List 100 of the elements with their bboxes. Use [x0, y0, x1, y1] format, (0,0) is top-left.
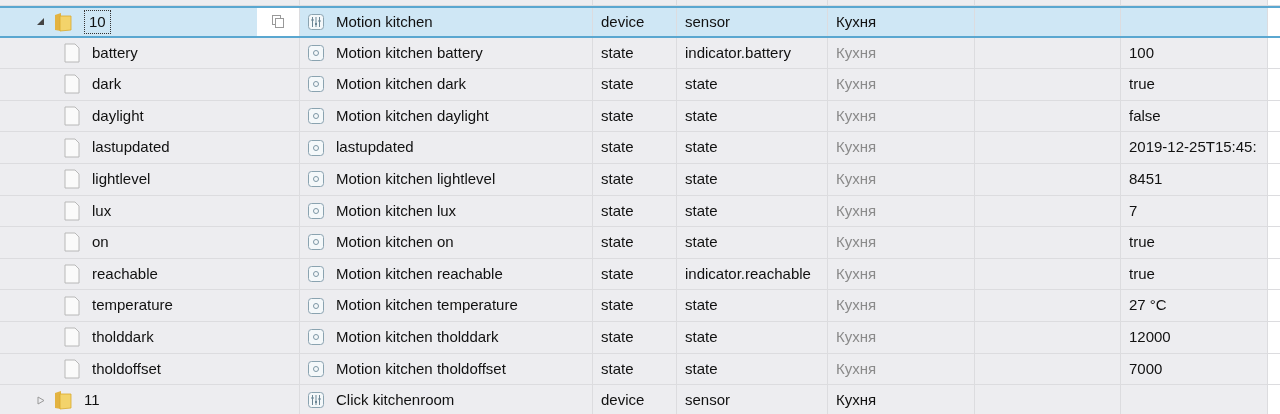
object-type: state	[601, 74, 634, 95]
scrollbar-track	[1268, 0, 1280, 5]
object-id: daylight	[92, 105, 144, 126]
copy-button[interactable]	[257, 8, 299, 36]
object-value: true	[1129, 232, 1155, 253]
object-name: Click kitchenroom	[336, 390, 455, 411]
object-type: state	[601, 232, 634, 253]
object-room: Кухня	[836, 263, 877, 284]
object-room: Кухня	[836, 358, 877, 379]
object-type: state	[601, 137, 634, 158]
object-id: temperature	[92, 295, 173, 316]
object-value: true	[1129, 263, 1155, 284]
object-room: Кухня	[836, 11, 877, 32]
object-role: state	[685, 105, 718, 126]
object-type: state	[601, 105, 634, 126]
state-icon	[308, 329, 324, 346]
object-id: 10	[84, 9, 111, 35]
object-value: 7	[1129, 200, 1138, 221]
tree-row[interactable]: on Motion kitchen on state state Кухня true	[0, 227, 1280, 259]
object-room: Кухня	[836, 74, 877, 95]
object-role: state	[685, 169, 718, 189]
object-name: Motion kitchen on	[336, 232, 454, 253]
file-icon	[64, 264, 80, 285]
tree-row[interactable]: temperature Motion kitchen temperature state state Кухня 27 °C	[0, 290, 1280, 322]
folder-icon	[54, 390, 72, 411]
object-value: 7000	[1129, 358, 1163, 379]
expand-caret-icon[interactable]	[34, 395, 46, 405]
tree-row[interactable]: tholddark Motion kitchen tholddark state state Кухня 12000	[0, 321, 1280, 354]
object-room: Кухня	[836, 232, 877, 253]
object-room: Кухня	[836, 327, 877, 347]
object-room: Кухня	[836, 390, 877, 411]
tree-row[interactable]: lux Motion kitchen lux state state Кухня 7	[0, 195, 1280, 228]
state-icon	[308, 202, 324, 219]
object-value: 8451	[1129, 169, 1163, 189]
file-icon	[64, 106, 80, 127]
object-room: Кухня	[836, 295, 877, 316]
file-icon	[64, 232, 80, 253]
copy-icon	[272, 15, 284, 29]
object-name: Motion kitchen dark	[336, 74, 467, 95]
object-type: state	[601, 42, 634, 63]
sliders-icon	[308, 13, 324, 30]
object-name: Motion kitchen tholddark	[336, 327, 499, 347]
tree-row[interactable]: tholdoffset Motion kitchen tholdoffset state state Кухня 7000	[0, 353, 1280, 386]
object-id: reachable	[92, 263, 158, 284]
object-id: lightlevel	[92, 169, 151, 189]
object-name: Motion kitchen lightlevel	[336, 169, 496, 189]
object-room: Кухня	[836, 137, 877, 158]
object-role: state	[685, 137, 718, 158]
state-icon	[308, 44, 324, 61]
object-role: state	[685, 232, 718, 253]
object-name: Motion kitchen reachable	[336, 263, 503, 284]
object-type: state	[601, 327, 634, 347]
file-icon	[64, 169, 80, 190]
object-type: state	[601, 263, 634, 284]
object-role: indicator.battery	[685, 42, 791, 63]
state-icon	[308, 234, 324, 251]
object-value: 2019-12-25T15:45:	[1129, 137, 1257, 158]
object-value: 27 °C	[1129, 295, 1167, 316]
object-value: true	[1129, 74, 1155, 95]
object-role: state	[685, 200, 718, 221]
file-icon	[64, 137, 80, 158]
state-icon	[308, 76, 324, 93]
state-icon	[308, 108, 324, 125]
object-type: state	[601, 169, 634, 189]
tree-row[interactable]: daylight Motion kitchen daylight state state Кухня false	[0, 100, 1280, 133]
object-room: Кухня	[836, 169, 877, 189]
object-role: indicator.reachable	[685, 263, 811, 284]
file-icon	[64, 358, 80, 379]
object-id: lastupdated	[92, 137, 170, 158]
object-room: Кухня	[836, 105, 877, 126]
file-icon	[64, 42, 80, 63]
file-icon	[64, 74, 80, 95]
object-name: Motion kitchen daylight	[336, 105, 489, 126]
object-id: lux	[92, 200, 112, 221]
object-type: state	[601, 295, 634, 316]
sliders-icon	[308, 392, 324, 409]
object-role: state	[685, 327, 718, 347]
state-icon	[308, 360, 324, 377]
tree-row[interactable]: lightlevel Motion kitchen lightlevel state state Кухня 8451	[0, 163, 1280, 196]
tree-row[interactable]: 10 Motion kitchen device sensor Кухня	[0, 6, 1280, 38]
state-icon	[308, 266, 324, 283]
object-type: device	[601, 11, 645, 32]
tree-row[interactable]: reachable Motion kitchen reachable state indicator.reachable Кухня true	[0, 258, 1280, 291]
object-role: state	[685, 358, 718, 379]
object-role: sensor	[685, 11, 731, 32]
file-icon	[64, 327, 80, 348]
object-name: Motion kitchen tholdoffset	[336, 358, 506, 379]
object-id: dark	[92, 74, 122, 95]
object-id: battery	[92, 42, 138, 63]
tree-row[interactable]: lastupdated lastupdated state state Кухня 2019-12-25T15:45:	[0, 132, 1280, 164]
object-id: on	[92, 232, 109, 253]
state-icon	[308, 171, 324, 188]
state-icon	[308, 139, 324, 156]
object-room: Кухня	[836, 200, 877, 221]
object-type: state	[601, 358, 634, 379]
tree-row[interactable]: battery Motion kitchen battery state indicator.battery Кухня 100	[0, 37, 1280, 70]
tree-row[interactable]: dark Motion kitchen dark state state Кухня true	[0, 69, 1280, 101]
object-role: state	[685, 74, 718, 95]
object-name: Motion kitchen temperature	[336, 295, 518, 316]
object-type: device	[601, 390, 645, 411]
